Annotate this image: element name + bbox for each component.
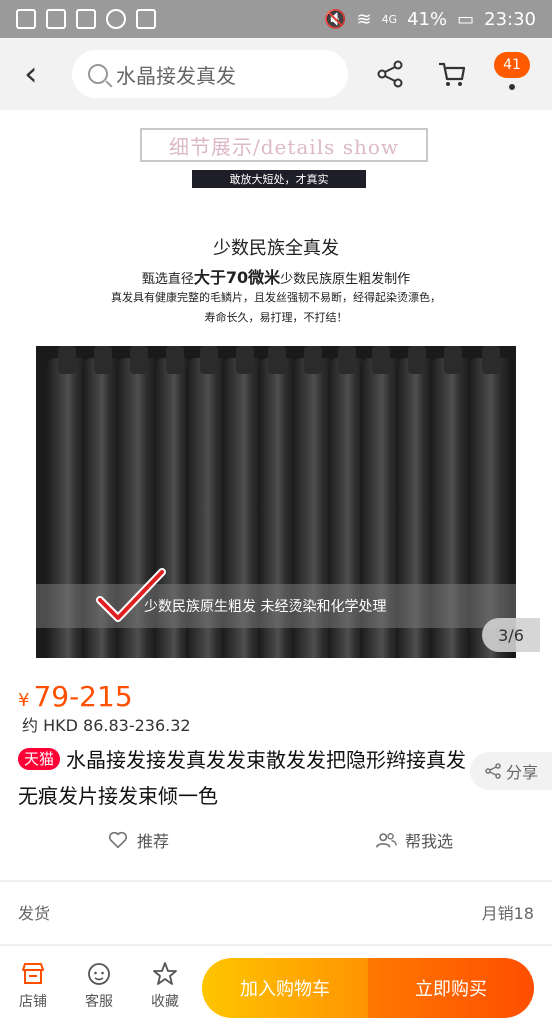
- mute-icon: 🔇: [324, 8, 347, 30]
- battery-icon: ▭: [457, 8, 475, 30]
- shop-icon: [22, 963, 44, 984]
- promo-description: 真发具有健康完整的毛鳞片，且发丝强韧不易断，经得起染烫漂色， 寿命长久，易打理，…: [100, 288, 452, 328]
- promo-title: 少数民族全真发: [213, 238, 339, 259]
- sim-notification-icon: [46, 9, 66, 29]
- price-range: 79-215: [33, 680, 133, 713]
- product-image-carousel[interactable]: 细节展示/details show 敢放大短处，才真实 少数民族全真发 甄选直径…: [0, 110, 552, 670]
- activity-notification-icon: [106, 9, 126, 29]
- divider: [0, 880, 552, 882]
- gallery-notification-icon: [16, 9, 36, 29]
- network-type: 4G: [381, 12, 398, 26]
- promo-sub-b: 大于70微米: [193, 268, 281, 287]
- detail-subtitle: 敢放大短处，才真实: [192, 170, 366, 188]
- promo-subtitle: 甄选直径大于70微米少数民族原生粗发制作: [0, 264, 552, 288]
- promo-sub-c: 少数民族原生粗发制作: [280, 272, 411, 287]
- hair-tie: [58, 346, 76, 374]
- notification-badge: 41: [494, 52, 530, 78]
- detail-title: 细节展示/details show: [140, 128, 428, 162]
- share-label: 分享: [505, 763, 538, 782]
- shop-button[interactable]: 店铺: [0, 961, 66, 1011]
- hair-tie: [236, 346, 254, 374]
- promo-desc-line-2: 寿命长久，易打理，不打结！: [204, 311, 348, 324]
- status-icons-right: 🔇 ≋ 4G 41% ▭ 23:30: [324, 9, 536, 30]
- help-choose-button[interactable]: 帮我选: [276, 822, 552, 858]
- share-icon[interactable]: [374, 58, 406, 90]
- checkmark-icon: [96, 568, 166, 622]
- product-title: 天猫 水晶接发接发真发发束散发发把隐形辫接真发无痕发片接发束倾一色: [18, 742, 468, 814]
- shield-notification-icon: [136, 9, 156, 29]
- hair-tie: [130, 346, 148, 374]
- shop-label: 店铺: [19, 994, 47, 1010]
- promo-sub-a: 甄选直径: [141, 272, 194, 287]
- search-input[interactable]: 水晶接发真发: [72, 50, 348, 98]
- recommend-label: 推荐: [136, 832, 169, 851]
- action-row: 推荐 帮我选: [0, 822, 552, 858]
- hair-tie: [166, 346, 184, 374]
- search-query-text: 水晶接发真发: [116, 63, 236, 88]
- favorite-button[interactable]: 收藏: [132, 961, 198, 1011]
- buy-now-button[interactable]: 立即购买: [368, 958, 534, 1018]
- monthly-sales: 月销18: [481, 904, 534, 923]
- top-nav: ‹ 水晶接发真发 41: [0, 38, 552, 110]
- bottom-action-bar: 店铺 客服 收藏 加入购物车 立即购买: [0, 948, 552, 1024]
- shipping-row[interactable]: 发货 月销18: [0, 896, 552, 928]
- wifi-icon: ≋: [356, 8, 372, 30]
- battery-level: 41%: [407, 8, 448, 30]
- recommend-button[interactable]: 推荐: [0, 822, 276, 858]
- divider: [0, 944, 552, 946]
- hkd-price: 约 HKD 86.83-236.32: [22, 716, 191, 735]
- clock: 23:30: [484, 8, 536, 30]
- heart-icon: [108, 831, 128, 849]
- hair-tie: [304, 346, 322, 374]
- status-icons-left: [16, 9, 156, 29]
- hair-tie: [200, 346, 218, 374]
- search-icon: [88, 64, 108, 84]
- promo-desc-line-1: 真发具有健康完整的毛鳞片，且发丝强韧不易断，经得起染烫漂色，: [111, 291, 441, 304]
- tmall-badge: 天猫: [18, 748, 61, 770]
- more-dot-icon: [509, 84, 515, 90]
- hair-photo: 少数民族原生粗发 未经烫染和化学处理: [36, 346, 516, 658]
- status-bar: 🔇 ≋ 4G 41% ▭ 23:30: [0, 0, 552, 38]
- people-icon: [375, 833, 397, 848]
- more-menu-button[interactable]: 41: [494, 52, 530, 90]
- product-title-text: 水晶接发接发真发发束散发发把隐形辫接真发无痕发片接发束倾一色: [18, 748, 467, 808]
- hair-tie: [372, 346, 390, 374]
- share-icon: [485, 763, 501, 779]
- price: ¥ 79-215: [18, 680, 133, 713]
- hair-tie: [338, 346, 356, 374]
- hair-tie: [408, 346, 426, 374]
- service-label: 客服: [85, 994, 113, 1010]
- plus-notification-icon: [76, 9, 96, 29]
- customer-service-button[interactable]: 客服: [66, 961, 132, 1011]
- shipping-label: 发货: [18, 904, 51, 923]
- hair-tie: [94, 346, 112, 374]
- star-icon: [153, 962, 177, 985]
- carousel-page-indicator: 3/6: [482, 618, 540, 652]
- share-button[interactable]: 分享: [470, 752, 552, 790]
- hair-tie: [444, 346, 462, 374]
- back-arrow-icon[interactable]: ‹: [24, 57, 58, 91]
- add-to-cart-button[interactable]: 加入购物车: [202, 958, 368, 1018]
- service-icon: [88, 963, 110, 985]
- favorite-label: 收藏: [151, 994, 179, 1010]
- hair-tie: [268, 346, 286, 374]
- help-choose-label: 帮我选: [404, 832, 453, 851]
- currency-symbol: ¥: [18, 690, 30, 711]
- cart-icon[interactable]: [436, 58, 468, 90]
- hair-tie: [482, 346, 500, 374]
